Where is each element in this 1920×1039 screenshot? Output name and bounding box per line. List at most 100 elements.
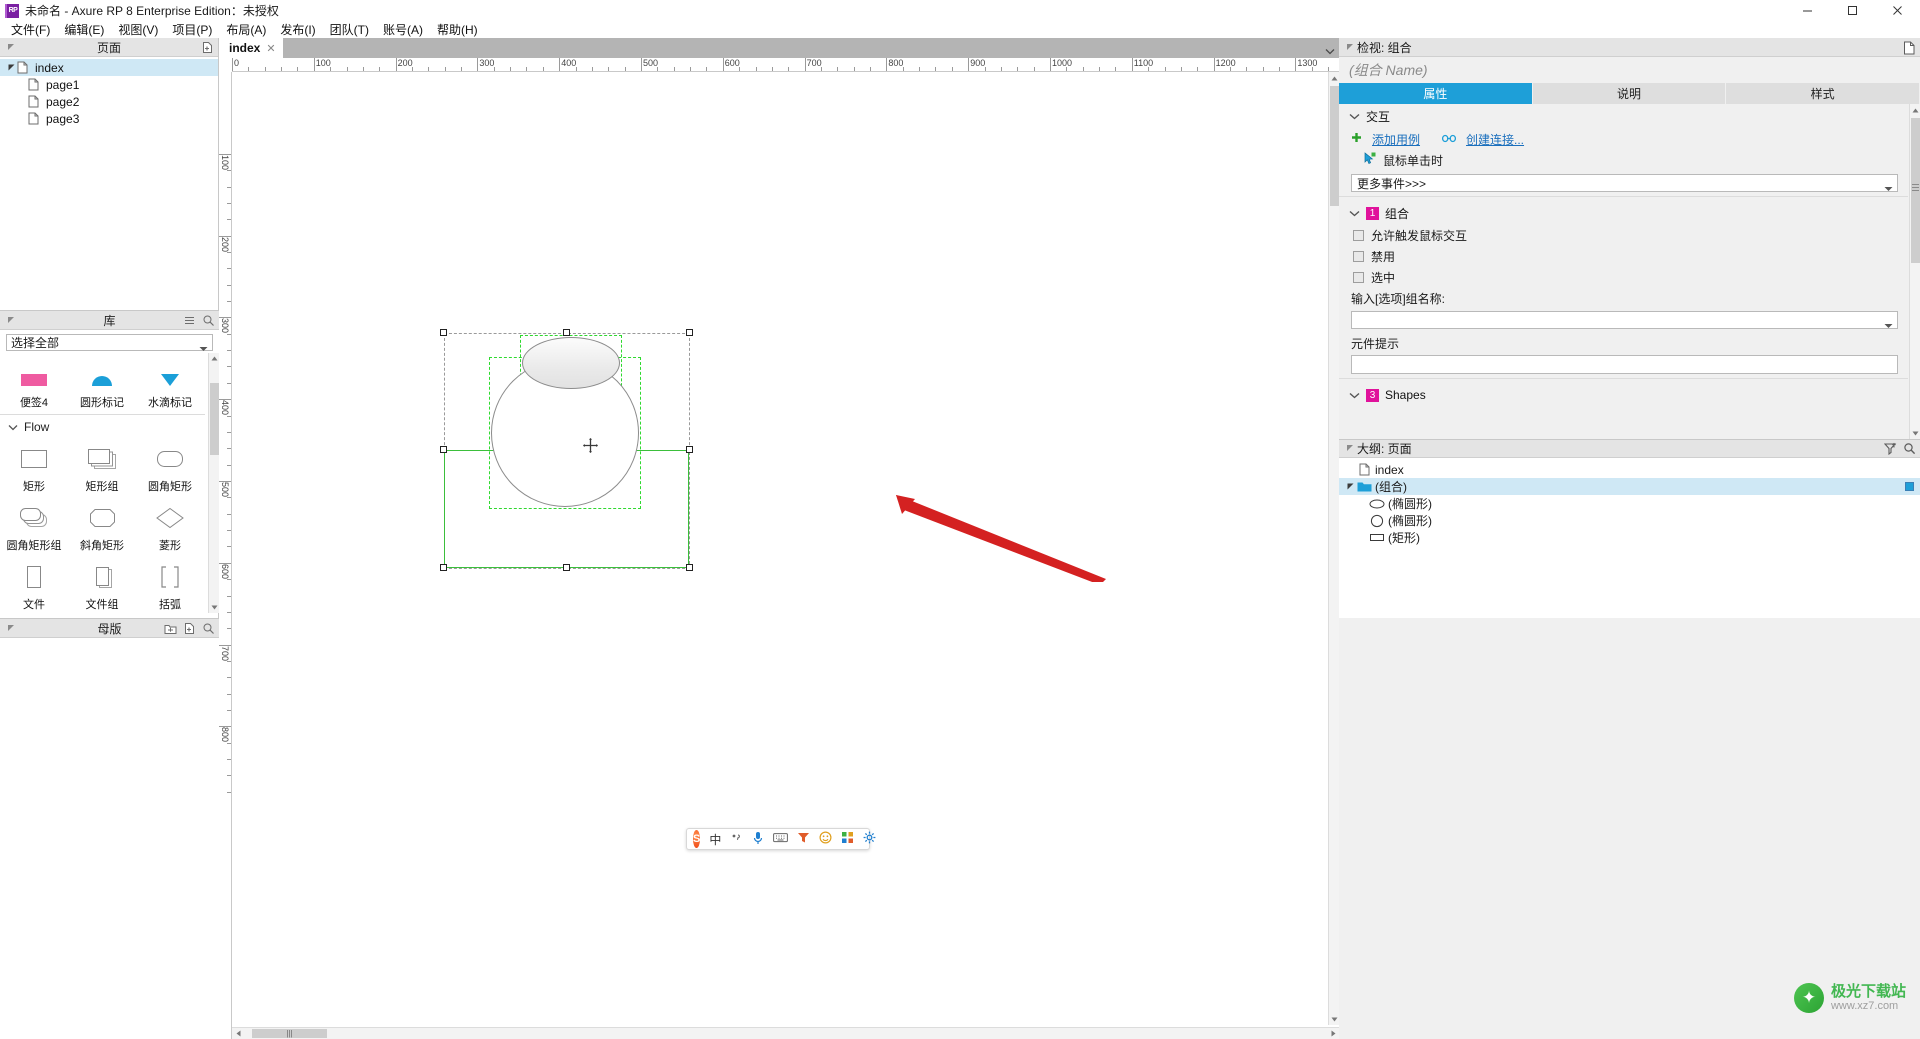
add-page-icon[interactable] [201,41,214,54]
library-item-octagon[interactable]: 斜角矩形 [68,496,136,555]
checkbox-selected[interactable]: 选中 [1339,267,1920,288]
checkbox-icon[interactable] [1353,272,1364,283]
library-item-circle-marker[interactable]: 圆形标记 [68,353,136,412]
checkbox-disabled[interactable]: 禁用 [1339,246,1920,267]
library-item-rect[interactable]: 矩形 [0,437,68,496]
checkbox-allow-mouse-interaction[interactable]: 允许触发鼠标交互 [1339,225,1920,246]
shape-ellipse[interactable] [522,337,620,389]
expand-triangle-icon[interactable] [1345,482,1356,491]
library-item-drop-marker[interactable]: 水滴标记 [136,353,204,412]
group-name-input[interactable]: (组合 Name) [1339,57,1920,83]
add-master-icon[interactable] [183,622,196,635]
library-item-file-group[interactable]: 文件组 [68,555,136,613]
canvas-scroll-thumb-h[interactable]: ||| [252,1029,327,1038]
scroll-left-icon[interactable] [232,1028,244,1039]
scroll-up-icon[interactable] [209,353,219,364]
library-item-brackets[interactable]: 括弧 [136,555,204,613]
menu-publish[interactable]: 发布(I) [273,20,322,39]
create-link-link[interactable]: 创建连接... [1466,131,1524,148]
library-item-diamond[interactable]: 菱形 [136,496,204,555]
expand-triangle-icon[interactable] [6,63,16,73]
canvas-horizontal-scrollbar[interactable]: ||| [232,1027,1339,1039]
comma-icon[interactable] [730,831,743,847]
resize-handle-ne[interactable] [686,329,693,336]
outline-item-index[interactable]: index [1339,461,1920,478]
event-mouse-click[interactable]: 鼠标单击时 [1339,150,1920,170]
menu-team[interactable]: 团队(T) [323,20,376,39]
design-canvas[interactable] [232,72,1328,1025]
canvas-tab-index[interactable]: index ✕ [219,38,283,58]
scroll-up-icon[interactable] [1910,104,1920,116]
page-note-icon[interactable] [1903,41,1916,54]
menu-view[interactable]: 视图(V) [111,20,165,39]
section-shapes[interactable]: 3 Shapes [1339,383,1920,407]
library-scrollbar[interactable] [208,353,219,613]
tools-icon[interactable] [797,831,810,847]
outline-item-group[interactable]: (组合) [1339,478,1920,495]
close-button[interactable] [1875,0,1920,21]
checkbox-icon[interactable] [1353,251,1364,262]
tab-properties[interactable]: 属性 [1339,83,1533,104]
menu-edit[interactable]: 编辑(E) [57,20,111,39]
menu-layout[interactable]: 布局(A) [219,20,273,39]
selected-group[interactable] [440,329,693,571]
close-icon[interactable]: ✕ [266,42,275,55]
collapse-arrow-icon[interactable] [5,622,18,635]
keyboard-icon[interactable] [773,832,789,846]
library-item-sticky4[interactable]: 便签4 [0,353,68,412]
outline-item-ellipse-1[interactable]: (椭圆形) [1339,495,1920,512]
resize-handle-s[interactable] [563,564,570,571]
collapse-arrow-icon[interactable] [1344,41,1357,54]
resize-handle-se[interactable] [686,564,693,571]
group-name-select[interactable] [1351,311,1898,329]
resize-handle-sw[interactable] [440,564,447,571]
menu-project[interactable]: 项目(P) [165,20,219,39]
menu-file[interactable]: 文件(F) [4,20,57,39]
library-scroll-thumb[interactable] [210,383,219,455]
canvas-vertical-scrollbar[interactable] [1328,72,1339,1025]
tab-style[interactable]: 样式 [1726,83,1920,104]
resize-handle-n[interactable] [563,329,570,336]
emoji-icon[interactable] [819,831,832,847]
add-master-folder-icon[interactable] [164,622,177,635]
outline-item-ellipse-2[interactable]: (椭圆形) [1339,512,1920,529]
menu-account[interactable]: 账号(A) [376,20,430,39]
search-icon[interactable] [202,622,215,635]
maximize-button[interactable] [1830,0,1875,21]
page-item-page2[interactable]: page2 [0,93,218,110]
search-icon[interactable] [202,314,215,327]
resize-handle-e[interactable] [686,446,693,453]
tooltip-input[interactable] [1351,355,1898,374]
outline-item-rectangle[interactable]: (矩形) [1339,529,1920,546]
scroll-down-icon[interactable] [1910,427,1920,439]
page-item-page1[interactable]: page1 [0,76,218,93]
tab-notes[interactable]: 说明 [1532,83,1727,104]
section-interaction[interactable]: 交互 [1339,104,1920,128]
collapse-arrow-icon[interactable] [5,41,18,54]
library-select[interactable]: 选择全部 [6,334,213,351]
menu-help[interactable]: 帮助(H) [430,20,485,39]
filter-icon[interactable] [1884,442,1897,455]
page-item-page3[interactable]: page3 [0,110,218,127]
chevron-down-icon[interactable] [1325,44,1335,58]
menu-hamburger-icon[interactable] [183,314,196,327]
collapse-arrow-icon[interactable] [1344,442,1357,455]
inspector-scrollbar[interactable] [1909,104,1920,439]
section-group[interactable]: 1 组合 [1339,201,1920,225]
scroll-down-icon[interactable] [209,602,219,613]
apps-icon[interactable] [841,831,854,847]
collapse-arrow-icon[interactable] [5,314,18,327]
page-item-index[interactable]: index [0,59,218,76]
add-case-link[interactable]: 添加用例 [1372,131,1420,148]
settings-icon[interactable] [863,831,876,847]
canvas-scroll-thumb-v[interactable] [1330,86,1339,206]
library-item-round-rect-group[interactable]: 圆角矩形组 [0,496,68,555]
more-events-select[interactable]: 更多事件>>> [1351,174,1898,192]
library-item-rect-group[interactable]: 矩形组 [68,437,136,496]
ime-mode-label[interactable]: 中 [709,831,721,848]
library-item-round-rect[interactable]: 圆角矩形 [136,437,204,496]
checkbox-icon[interactable] [1353,230,1364,241]
sogou-logo-icon[interactable]: S [693,830,701,848]
library-group-flow[interactable]: Flow [0,417,205,437]
minimize-button[interactable] [1785,0,1830,21]
